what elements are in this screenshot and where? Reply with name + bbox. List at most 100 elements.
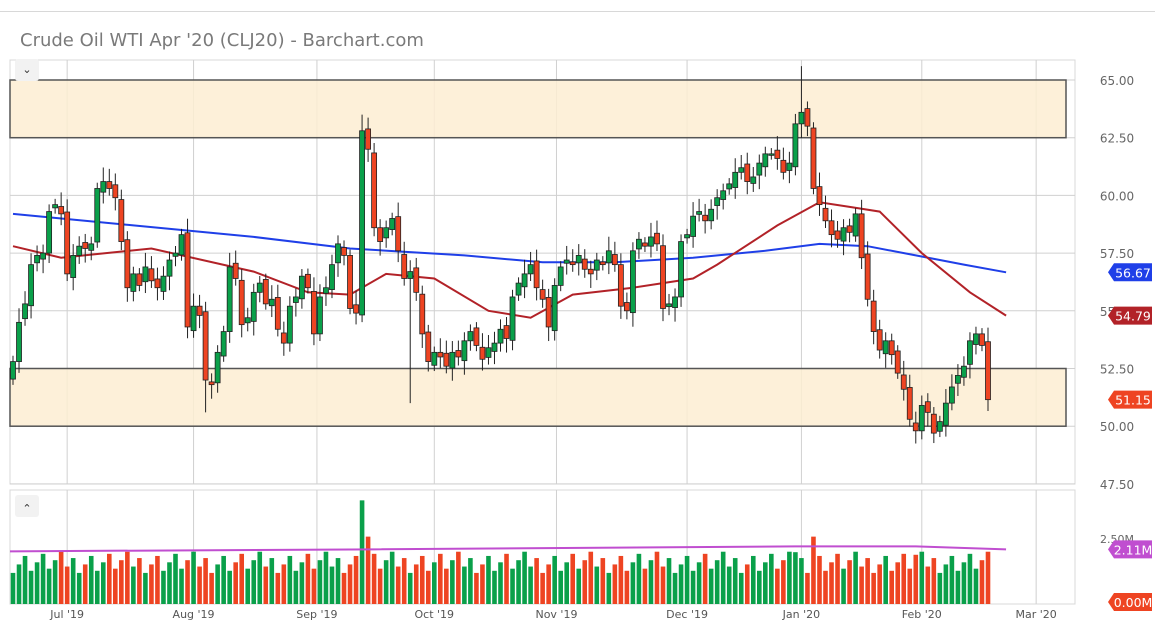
volume-bar: [245, 568, 251, 604]
volume-bar: [642, 568, 648, 604]
volume-bar: [305, 553, 311, 604]
candle-up: [389, 218, 396, 230]
candle-down: [503, 325, 510, 339]
candle-up: [708, 208, 715, 222]
candle-down: [599, 261, 606, 266]
candle-down: [58, 206, 65, 215]
candle-down: [930, 413, 937, 434]
volume-bar: [534, 558, 539, 604]
candle-down: [425, 331, 432, 362]
volume-bar: [985, 551, 991, 604]
candle-up: [28, 264, 34, 307]
candle-down: [660, 245, 666, 309]
candle-down: [353, 304, 359, 314]
candle-up: [76, 245, 83, 256]
candle-down: [262, 279, 269, 305]
candle-up: [648, 236, 654, 247]
y-tick-label: 47.50: [1100, 478, 1134, 492]
candle-up: [768, 153, 775, 156]
volume-moving-average-line: [9, 545, 1007, 553]
volume-bar: [456, 551, 461, 604]
candle-down: [280, 332, 287, 344]
candle-up: [527, 264, 534, 275]
volume-bar: [865, 558, 870, 604]
candle-up: [678, 241, 684, 298]
candle-up: [10, 361, 16, 380]
volume-bar: [750, 555, 756, 604]
candle-down: [347, 255, 353, 309]
collapse-volume-pane-button[interactable]: ⌃: [15, 495, 39, 517]
candle-down: [888, 340, 895, 356]
candle-down: [413, 267, 420, 293]
candle-up: [407, 271, 414, 279]
volume-bar: [732, 558, 738, 604]
volume-bar: [913, 554, 919, 604]
volume-bar: [654, 551, 660, 604]
candle-up: [786, 162, 793, 171]
candle-down: [804, 108, 811, 127]
volume-bar: [329, 566, 335, 604]
volume-bar: [600, 558, 606, 604]
candle-down: [545, 297, 552, 328]
volume-bar: [624, 570, 630, 604]
volume-bar: [582, 560, 588, 604]
price-chart[interactable]: 65.0062.5060.0057.5055.0052.5050.0047.50…: [0, 0, 1155, 621]
candle-down: [587, 268, 594, 275]
x-tick-label: Feb '20: [902, 608, 942, 621]
candle-up: [936, 421, 943, 432]
candle-down: [834, 230, 841, 240]
volume-bar: [287, 555, 293, 604]
volume-bar: [395, 566, 401, 604]
candle-up: [298, 275, 305, 300]
volume-bar: [714, 560, 720, 604]
candle-up: [160, 275, 167, 292]
volume-bar: [769, 553, 774, 604]
y-tick-label: 52.50: [1100, 363, 1134, 377]
candle-up: [485, 347, 492, 358]
volume-bar: [678, 564, 684, 604]
volume-bar: [419, 555, 425, 604]
volume-bar: [564, 562, 570, 604]
volume-bar: [371, 553, 377, 604]
candle-up: [467, 331, 474, 342]
volume-bar: [919, 551, 925, 604]
volume-bar: [540, 572, 545, 604]
candle-up: [22, 303, 28, 320]
volume-bar: [76, 572, 82, 604]
ma-200-value-tag: 56.67: [1115, 265, 1151, 280]
volume-bar: [937, 572, 943, 604]
volume-bar: [841, 568, 846, 604]
volume-bar: [498, 562, 503, 604]
volume-bar: [450, 560, 455, 604]
volume-bar: [474, 572, 479, 604]
volume-bar: [317, 560, 323, 604]
candle-up: [244, 317, 251, 324]
candle-up: [575, 255, 582, 264]
volume-bar: [341, 572, 347, 604]
volume-bar: [516, 560, 521, 604]
candle-down: [810, 127, 817, 189]
candle-down: [979, 333, 985, 346]
volume-bar: [708, 568, 714, 604]
candle-down: [202, 311, 209, 381]
volume-bar: [787, 551, 792, 604]
volume-bar: [52, 560, 58, 604]
collapse-main-pane-button[interactable]: ⌄: [15, 59, 39, 81]
candle-down: [654, 232, 660, 245]
volume-bar: [335, 558, 341, 604]
candle-up: [551, 285, 558, 332]
volume-bar: [805, 572, 810, 604]
candle-down: [238, 279, 245, 326]
volume-bar: [504, 553, 509, 604]
candle-up: [329, 264, 335, 290]
candle-down: [64, 211, 71, 275]
last-volume-tag: 0.00M: [1114, 595, 1153, 610]
candle-down: [623, 302, 630, 312]
candle-down: [642, 242, 648, 247]
candle-up: [630, 250, 636, 314]
candle-up: [34, 255, 40, 264]
volume-bar: [34, 562, 40, 604]
candle-down: [539, 289, 546, 300]
volume-bar: [58, 551, 64, 604]
candle-up: [762, 153, 769, 168]
